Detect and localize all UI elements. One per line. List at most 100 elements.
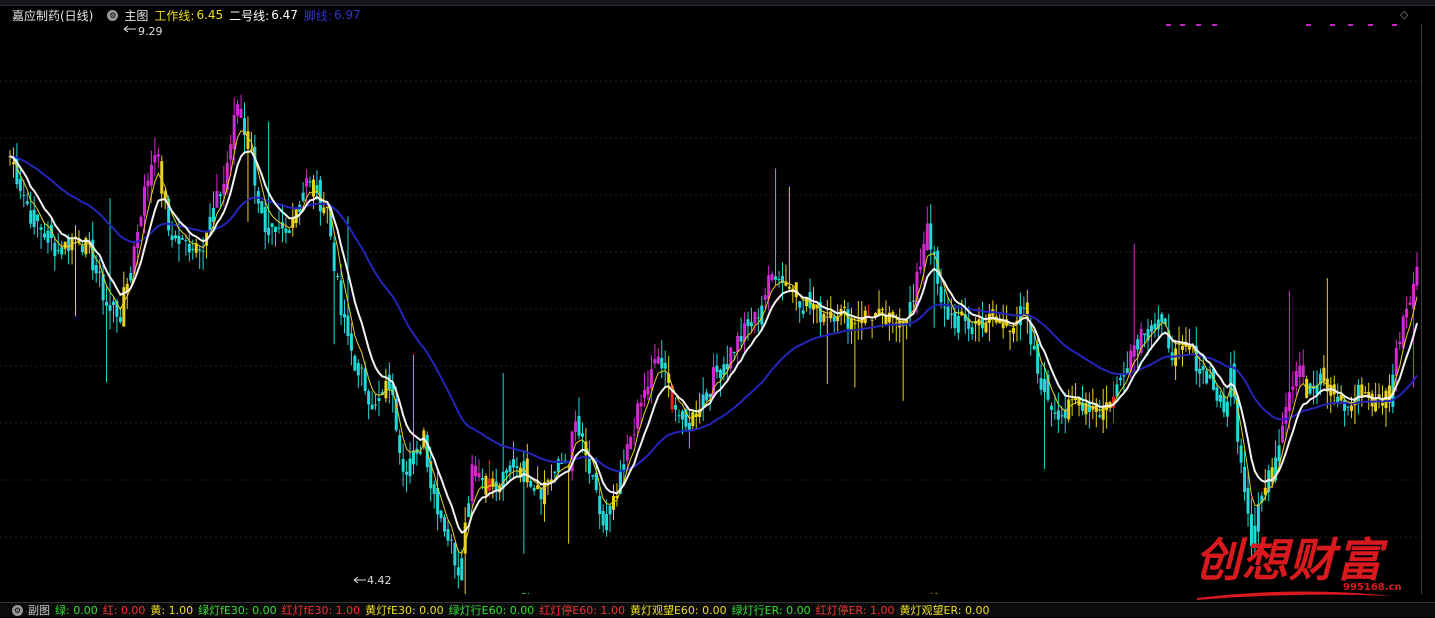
candle-body (1218, 394, 1222, 402)
candle-body (343, 314, 347, 318)
candle-body (591, 474, 595, 477)
candle-body (229, 144, 233, 160)
low-annotation: 4.42 (353, 574, 392, 587)
candle-body (1001, 322, 1005, 329)
candle-body (439, 510, 443, 519)
candle-body (643, 389, 647, 399)
candle-body (1039, 378, 1043, 390)
candle-body (1056, 410, 1060, 420)
candle-body (1215, 387, 1219, 401)
signal-label-bang: 榜 (929, 591, 940, 594)
candle-body (401, 459, 405, 472)
candle-body (867, 314, 871, 316)
candle-body (1143, 333, 1147, 336)
candle-body (487, 478, 491, 491)
candle-body (543, 482, 547, 505)
candle-body (94, 265, 98, 274)
candle-body (287, 230, 291, 233)
candle-body (853, 323, 857, 325)
candle-body (374, 404, 378, 406)
candle-body (1201, 366, 1205, 371)
candle-body (129, 272, 133, 281)
candle-body (1281, 425, 1285, 443)
candle-body (142, 186, 146, 216)
candle-body (80, 245, 84, 253)
candle-body (1118, 377, 1122, 381)
main-chart-label[interactable]: 主图 (124, 7, 148, 24)
candle-body (984, 322, 988, 333)
candle-body (649, 369, 653, 389)
candle-body (1401, 316, 1405, 348)
candle-body (446, 529, 450, 541)
candle-body (577, 415, 581, 436)
candle-body (912, 300, 916, 302)
price-chart[interactable]: 9.29 4.42 跌 榜 (0, 24, 1421, 594)
candle-body (632, 434, 636, 436)
indicator-item-7: 红灯停E60: 1.00 (539, 604, 625, 617)
candle-body (1408, 302, 1412, 305)
candle-body (977, 319, 981, 326)
candle-body (467, 503, 471, 518)
settings-icon[interactable]: ⚙ (107, 9, 119, 21)
candle-body (432, 484, 436, 494)
candle-body (660, 357, 664, 369)
candle-body (56, 250, 60, 252)
line3-label: 脚线: (303, 8, 332, 23)
corner-diamond-icon[interactable]: ◇ (1400, 8, 1408, 21)
signal-marker (1166, 24, 1171, 26)
candle-body (29, 210, 33, 224)
indicator-item-9: 绿灯行ER: 0.00 (731, 604, 811, 617)
candle-body (387, 374, 391, 390)
low-price-label: 4.42 (367, 574, 392, 587)
candle-body (715, 365, 719, 372)
candle-body (139, 216, 143, 227)
signal-marker (1348, 24, 1353, 26)
candle-body (1060, 415, 1064, 417)
candle-body (184, 240, 188, 242)
candle-body (1246, 487, 1250, 514)
candle-body (260, 201, 264, 214)
indicator-item-3: 绿灯fE30: 0.00 (198, 604, 277, 617)
candle-body (356, 362, 360, 376)
candle-body (98, 271, 102, 273)
candle-body (953, 312, 957, 329)
candle-body (1160, 314, 1164, 323)
candle-body (1070, 399, 1074, 401)
candle-body (1360, 384, 1364, 398)
candle-body (398, 435, 402, 454)
candle-body (377, 398, 381, 401)
candle-body (1381, 402, 1385, 406)
indicator-item-5: 黄灯fE30: 0.00 (365, 604, 444, 617)
candle-body (601, 510, 605, 526)
candle-body (946, 306, 950, 320)
indicator-item-1: 红: 0.00 (102, 604, 146, 617)
candle-body (484, 476, 488, 495)
candle-body (525, 458, 529, 483)
candle-body (1208, 374, 1212, 379)
candle-body (111, 301, 115, 306)
candle-body (477, 473, 481, 478)
candle-body (822, 313, 826, 323)
candle-body (180, 237, 184, 240)
candle-body (949, 313, 953, 315)
candle-body (1222, 395, 1226, 413)
line1-label: 工作线: (154, 8, 195, 23)
candle-body (1384, 390, 1388, 409)
candle-body (529, 481, 533, 487)
candle-body (1008, 330, 1012, 332)
candle-body (1253, 525, 1257, 548)
candle-body (777, 278, 781, 280)
candle-body (263, 207, 267, 233)
candle-body (1291, 386, 1295, 390)
candle-body (108, 305, 112, 311)
signal-marker (1212, 24, 1217, 26)
candle-body (1043, 379, 1047, 392)
indicator-settings-icon[interactable]: ⚙ (12, 604, 23, 616)
candle-body (305, 178, 309, 187)
candle-body (1239, 445, 1243, 463)
candle-body (832, 316, 836, 322)
candle-body (922, 243, 926, 267)
candle-body (629, 437, 633, 450)
stock-name[interactable]: 嘉应制药(日线) (12, 7, 93, 24)
candle-body (136, 232, 140, 249)
